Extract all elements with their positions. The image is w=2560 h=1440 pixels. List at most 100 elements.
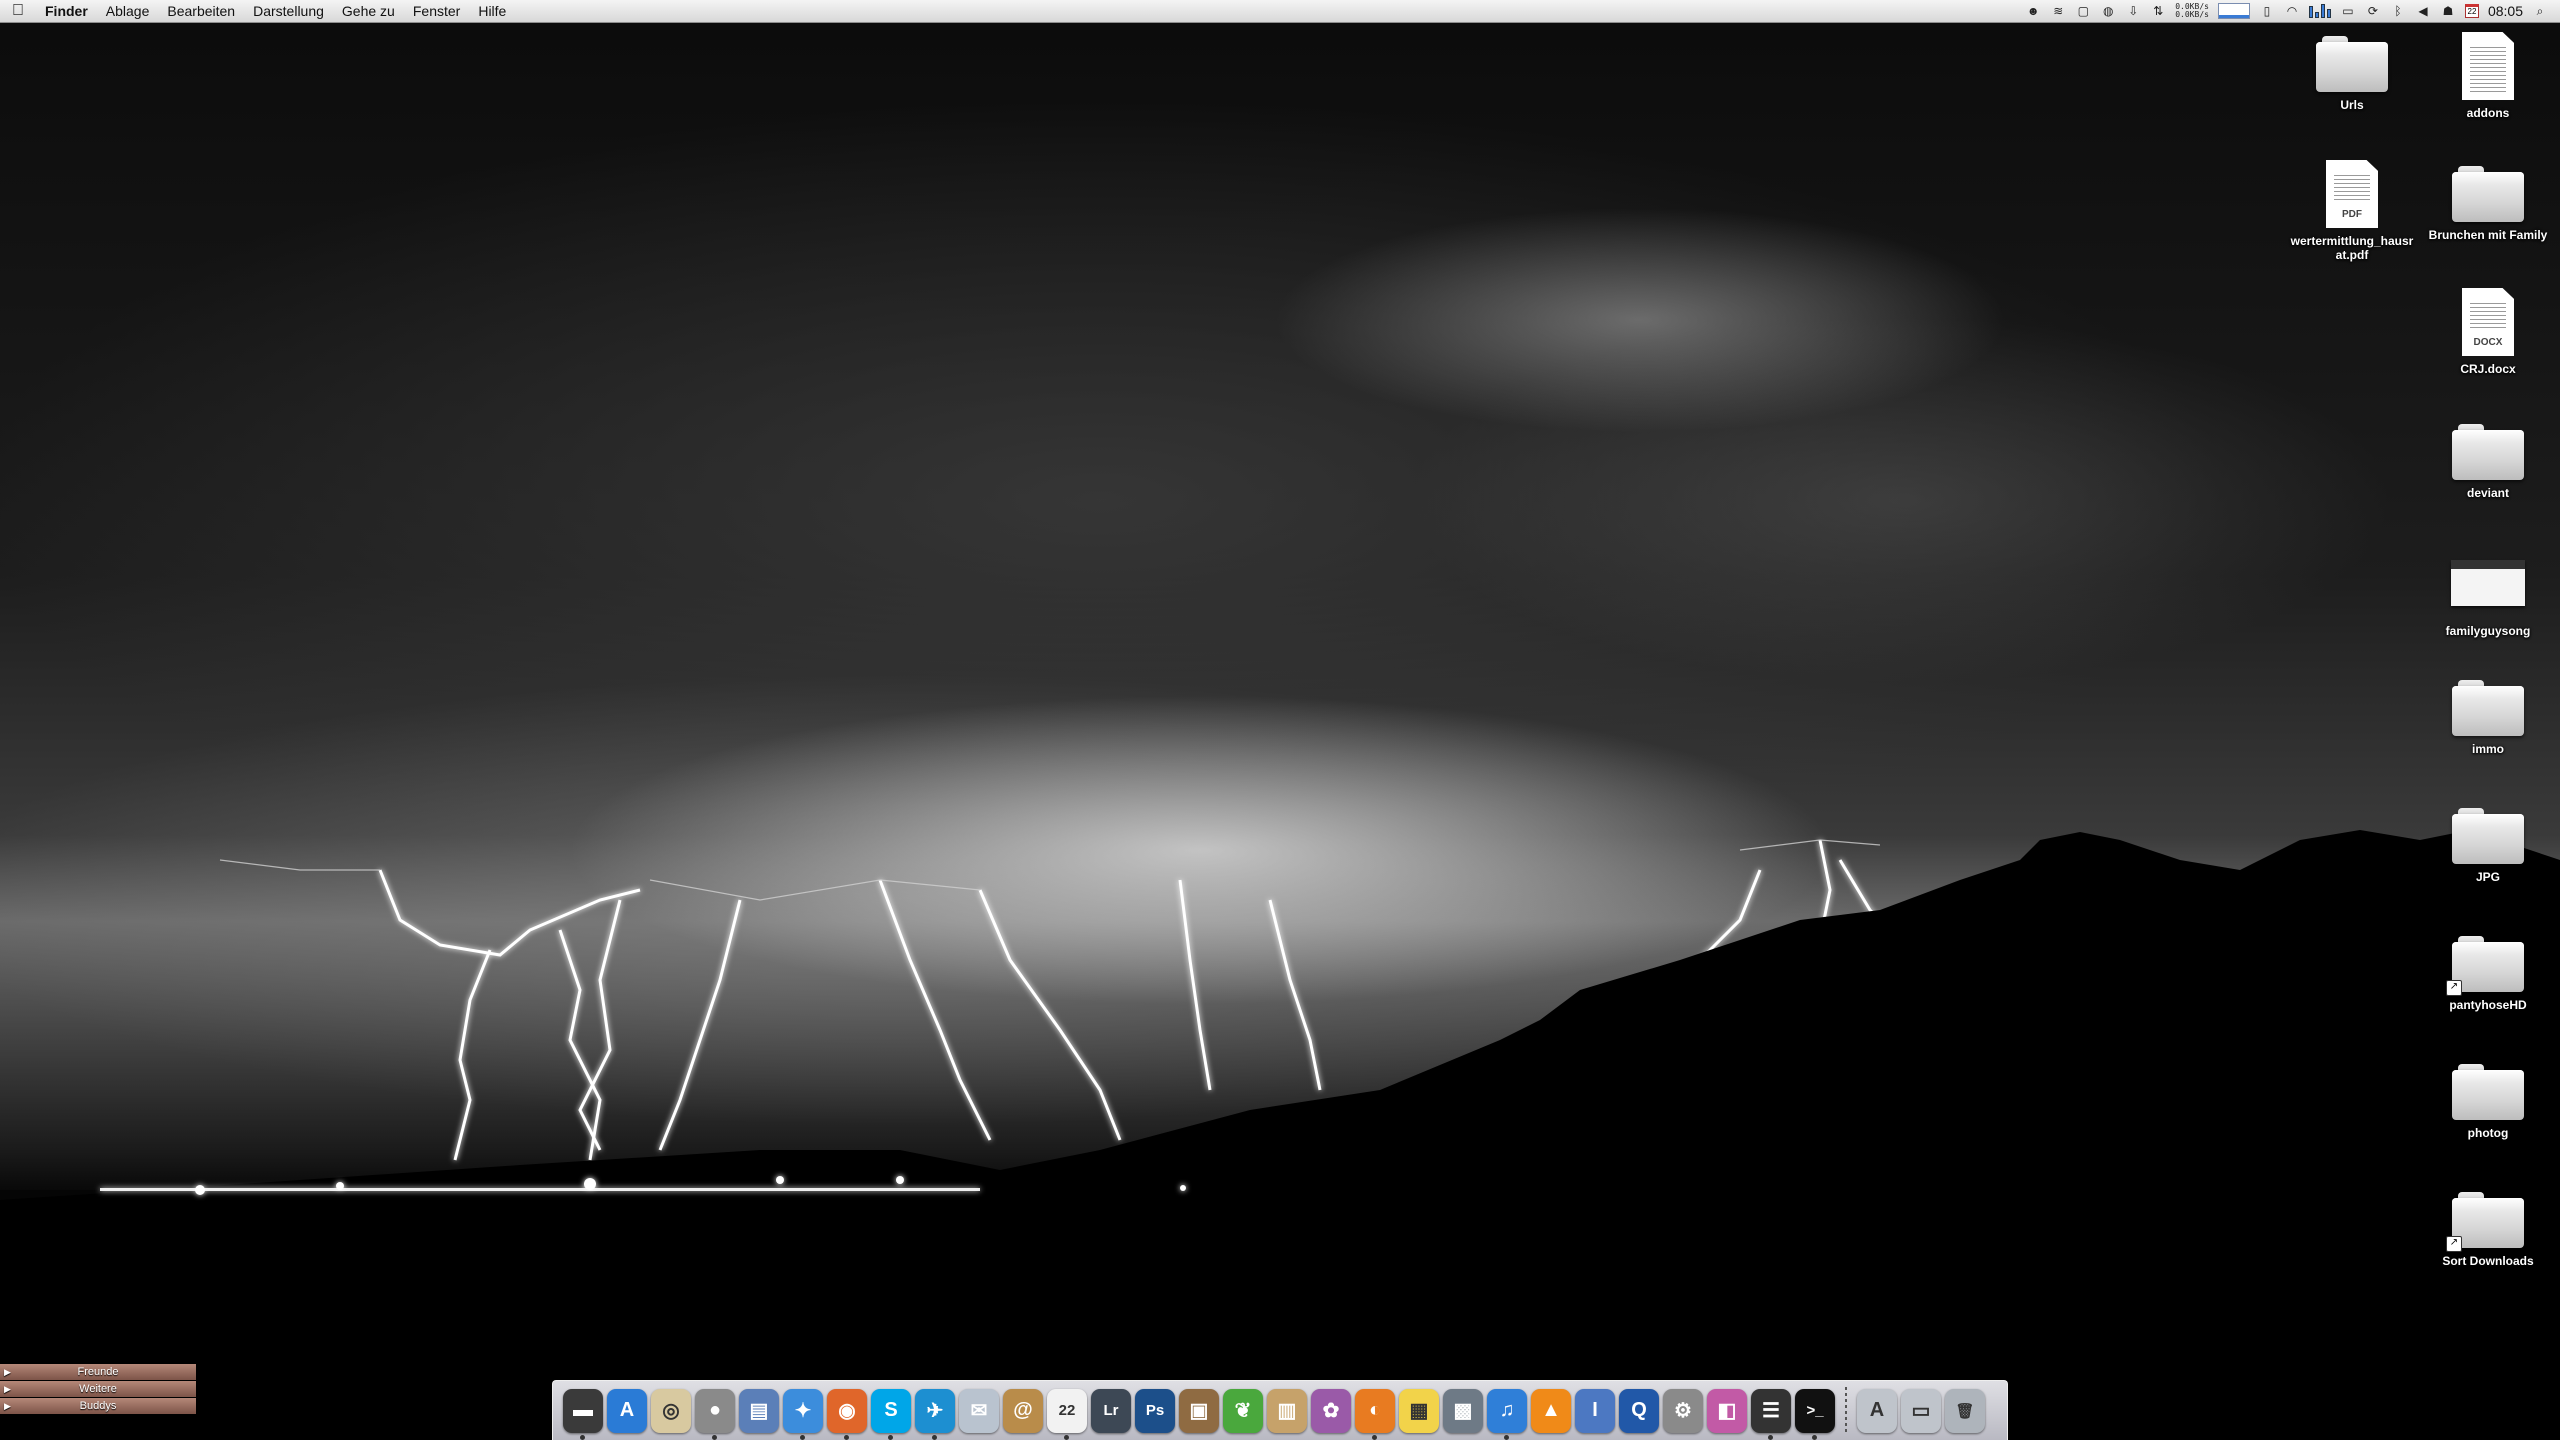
menu-hilfe[interactable]: Hilfe (469, 0, 515, 22)
leaf-icon[interactable]: ❦ (1223, 1388, 1263, 1433)
folder-icon (2452, 166, 2524, 222)
desktop-icon-addons[interactable]: addons (2424, 32, 2552, 120)
alias-arrow-icon: ↗ (2446, 980, 2462, 996)
folder-alias-icon: ↗ (2446, 936, 2524, 996)
lightroom-icon[interactable]: Lr (1091, 1388, 1131, 1433)
desktop-icon-brunchen-mit-family[interactable]: Brunchen mit Family (2424, 166, 2552, 242)
menu-ablage[interactable]: Ablage (97, 0, 159, 22)
dock: ▬ A ◎ ● ▤ ✦ ◉ S ✈ ✉ @22 Lr Ps ▣ ❦ ▥ ✿ ◐ ▦ ▩ ♫ ▲ I Q ⚙ ◧ ☰ >_ A ▭ 🗑 (552, 1380, 2008, 1440)
firefox-icon[interactable]: ◉ (827, 1388, 867, 1440)
iphoto-icon[interactable]: ▣ (1179, 1388, 1219, 1433)
folder-icon (2452, 808, 2524, 864)
desktop-icon-familyguysong[interactable]: familyguysong (2424, 560, 2552, 638)
network-speed[interactable]: 0.0KB/s 0.0KB/s (2175, 3, 2209, 19)
wifi-monitor-icon[interactable]: ≋ (2050, 4, 2066, 18)
arrows-icon[interactable]: ⇅ (2150, 4, 2166, 18)
desktop-icon-photog[interactable]: photog (2424, 1064, 2552, 1140)
file-type-tag: PDF (2342, 209, 2362, 220)
menu-bar:  Finder Ablage Bearbeiten Darstellung G… (0, 0, 2560, 23)
folder-icon (2316, 36, 2388, 92)
utility-icon[interactable]: I (1575, 1388, 1615, 1433)
menu-app-finder[interactable]: Finder (36, 0, 97, 22)
trash-icon[interactable]: 🗑 (1945, 1388, 1985, 1433)
menu-darstellung[interactable]: Darstellung (244, 0, 333, 22)
file-type-tag: DOCX (2473, 337, 2503, 348)
buddy-group-label: Buddys (79, 1400, 117, 1412)
sync-icon[interactable]: ⟳ (2365, 4, 2381, 18)
wifi-icon[interactable]: ◠ (2284, 4, 2300, 18)
desktop-icon-label: deviant (2466, 486, 2509, 500)
photoshop-icon[interactable]: Ps (1135, 1388, 1175, 1433)
desktop-icon-deviant[interactable]: deviant (2424, 424, 2552, 500)
apple-icon[interactable]:  (0, 2, 36, 20)
vlc-icon[interactable]: ▲ (1531, 1388, 1571, 1433)
app-store-icon[interactable]: A (607, 1388, 647, 1433)
desktop-icon-sort-downloads[interactable]: ↗ Sort Downloads (2424, 1192, 2552, 1268)
lightning-landscape (0, 830, 2560, 1440)
image-capture-icon[interactable]: ▩ (1443, 1388, 1483, 1433)
calendar-icon[interactable]: 22 (2464, 4, 2479, 18)
desktop-wallpaper (0, 0, 2560, 1440)
terminal-icon[interactable]: >_ (1795, 1388, 1835, 1440)
desktop-icon-label: familyguysong (2445, 624, 2531, 638)
memory-icon[interactable]: ▯ (2259, 4, 2275, 18)
spotlight-search-icon[interactable]: ⌕ (2532, 4, 2548, 18)
ical-icon[interactable]: 22 (1047, 1388, 1087, 1440)
shell-icon[interactable]: ◎ (651, 1388, 691, 1433)
battery-icon[interactable]: ▭ (2340, 4, 2356, 18)
archive-icon[interactable]: ▥ (1267, 1388, 1307, 1433)
stickies-icon[interactable]: ▦ (1399, 1388, 1439, 1433)
menu-gehe-zu[interactable]: Gehe zu (333, 0, 404, 22)
safari-icon[interactable]: ✦ (783, 1388, 823, 1440)
buddy-group-weitere[interactable]: ▶ Weitere (0, 1381, 196, 1397)
system-prefs-icon[interactable]: ⚙ (1663, 1388, 1703, 1433)
twitter-icon[interactable]: ✈ (915, 1388, 955, 1440)
address-book-icon[interactable]: @ (1003, 1388, 1043, 1433)
screen-icon[interactable]: ▬ (563, 1388, 603, 1440)
menu-bearbeiten[interactable]: Bearbeiten (158, 0, 244, 22)
network-down-speed: 0.0KB/s (2175, 10, 2209, 19)
disclosure-triangle-icon: ▶ (4, 1401, 11, 1411)
disclosure-triangle-icon: ▶ (4, 1367, 11, 1377)
alias-arrow-icon: ↗ (2446, 1236, 2462, 1252)
buddy-group-buddys[interactable]: ▶ Buddys (0, 1398, 196, 1414)
volume-icon[interactable]: ◀ (2415, 4, 2431, 18)
aperture-icon[interactable]: ✿ (1311, 1388, 1351, 1433)
window-icon[interactable]: ▢ (2075, 4, 2091, 18)
mail-icon[interactable]: ✉ (959, 1388, 999, 1433)
network-graph[interactable] (2217, 3, 2250, 19)
alien-icon[interactable]: ☻ (2025, 4, 2041, 18)
desktop-icon-immo[interactable]: immo (2424, 680, 2552, 756)
user-icon[interactable]: ☗ (2440, 4, 2456, 18)
skype-icon[interactable]: S (871, 1388, 911, 1440)
folder-icon (2452, 680, 2524, 736)
photo-booth-icon[interactable]: ◧ (1707, 1388, 1747, 1433)
instruments-icon[interactable]: ◐ (1355, 1388, 1395, 1440)
cpu-bars[interactable] (2308, 4, 2331, 18)
status-menus: ☻ ≋ ▢ ◍ ⇩ ⇅ 0.0KB/s 0.0KB/s ▯ ◠ ▭ ⟳ ᛒ ◀ … (2025, 0, 2560, 22)
itunes-icon[interactable]: ♫ (1487, 1388, 1527, 1440)
applications-folder-icon[interactable]: A (1857, 1388, 1897, 1433)
buddy-group-freunde[interactable]: ▶ Freunde (0, 1364, 196, 1380)
folder-alias-icon: ↗ (2446, 1192, 2524, 1252)
pdf-file-icon: PDF (2326, 160, 2378, 228)
totoro-icon[interactable]: ● (695, 1388, 735, 1440)
desktop-icon-label: immo (2471, 742, 2504, 756)
folder-icon (2452, 1064, 2524, 1120)
menu-clock[interactable]: 08:05 (2488, 3, 2523, 19)
desktop-icon-crj-docx[interactable]: DOCX CRJ.docx (2424, 288, 2552, 376)
globe-icon[interactable]: ◍ (2100, 4, 2116, 18)
clapper-icon[interactable]: ☰ (1751, 1388, 1791, 1440)
desktop-icon-jpg[interactable]: JPG (2424, 808, 2552, 884)
quicktime-icon[interactable]: Q (1619, 1388, 1659, 1433)
desktop-icon-label: JPG (2475, 870, 2500, 884)
desktop-icon-urls[interactable]: Urls (2288, 36, 2416, 112)
menu-fenster[interactable]: Fenster (404, 0, 469, 22)
preview-icon[interactable]: ▤ (739, 1388, 779, 1433)
desktop-icon-wertermittlung[interactable]: PDF wertermittlung_hausrat.pdf (2288, 160, 2416, 262)
desktop-icon-pantyhosehd[interactable]: ↗ pantyhoseHD (2424, 936, 2552, 1012)
download-icon[interactable]: ⇩ (2125, 4, 2141, 18)
bluetooth-icon[interactable]: ᛒ (2390, 4, 2406, 18)
downloads-stack-icon[interactable]: ▭ (1901, 1388, 1941, 1433)
document-icon (2462, 32, 2514, 100)
